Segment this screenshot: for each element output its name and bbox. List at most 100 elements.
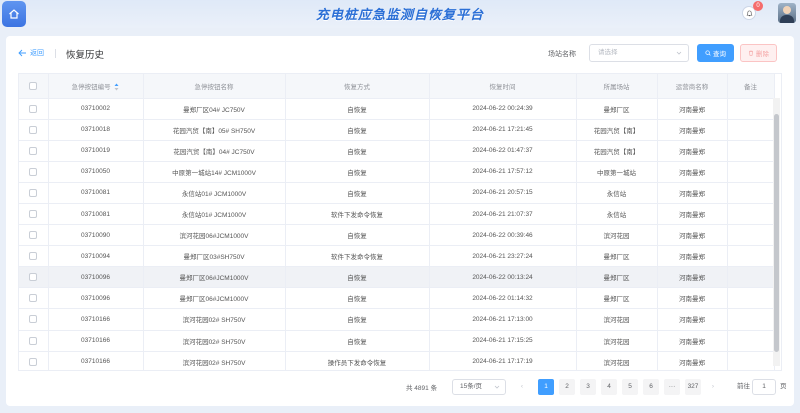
cell-operator: 河南曼郑 <box>657 98 728 120</box>
row-select-cell <box>19 287 49 310</box>
row-checkbox[interactable] <box>29 125 38 134</box>
cell-button-name: 花园汽贸【南】04# JC750V <box>143 140 286 162</box>
table-scrollbar[interactable] <box>773 98 780 366</box>
station-select[interactable]: 请选择 <box>589 44 689 62</box>
cell-operator: 河南曼郑 <box>657 266 728 289</box>
prev-page-button[interactable]: ‹ <box>514 379 530 395</box>
row-select-cell <box>19 140 49 162</box>
cell-operator: 河南曼郑 <box>657 182 728 204</box>
row-select-cell <box>19 330 49 352</box>
cell-station: 滨河花园 <box>576 308 658 331</box>
cell-button-name: 曼郑厂区06#JCM1000V <box>143 287 286 310</box>
table-row[interactable]: 03710096 曼郑厂区06#JCM1000V 自恢复 2024-06-22 00:… <box>19 266 775 289</box>
row-checkbox[interactable] <box>29 294 38 303</box>
table-row[interactable]: 03710166 滨河花园02# SH750V 自恢复 2024-06-21 17:1… <box>19 308 775 331</box>
row-checkbox[interactable] <box>29 188 38 197</box>
cell-recovery-method: 自恢复 <box>285 119 430 141</box>
cell-remark <box>727 308 775 331</box>
cell-button-no: 03710090 <box>48 224 144 247</box>
cell-station: 滨河花园 <box>576 351 658 370</box>
scrollbar-thumb[interactable] <box>774 114 779 352</box>
goto-page-input[interactable]: 1 <box>752 379 776 395</box>
row-checkbox[interactable] <box>29 231 38 240</box>
page-number-button[interactable]: 2 <box>559 379 575 395</box>
cell-recovery-method: 操作员下发命令恢复 <box>285 351 430 370</box>
cell-recovery-time: 2024-06-22 01:47:37 <box>429 140 577 162</box>
cell-recovery-time: 2024-06-21 17:21:45 <box>429 119 577 141</box>
cell-operator: 河南曼郑 <box>657 308 728 331</box>
page-number-button[interactable]: 5 <box>622 379 638 395</box>
row-checkbox[interactable] <box>29 252 38 261</box>
table-row[interactable]: 03710081 永信站01# JCM1000V 软件下发命令恢复 2024-06-2… <box>19 203 775 226</box>
query-button[interactable]: 查询 <box>697 44 734 62</box>
cell-station: 曼郑厂区 <box>576 245 658 268</box>
table-row[interactable]: 03710050 中原第一城站14# JCM1000V 自恢复 2024-06-21 … <box>19 161 775 183</box>
page-number-button[interactable]: 6 <box>643 379 659 395</box>
row-select-cell <box>19 245 49 268</box>
station-select-placeholder: 请选择 <box>598 49 618 56</box>
cell-button-name: 滨河花园06#JCM1000V <box>143 224 286 247</box>
cell-operator: 河南曼郑 <box>657 224 728 247</box>
table-row[interactable]: 03710019 花园汽贸【南】04# JC750V 自恢复 2024-06-22 0… <box>19 140 775 162</box>
sort-icon[interactable] <box>114 83 119 91</box>
cell-station: 滨河花园 <box>576 224 658 247</box>
cell-station: 花园汽贸【南】 <box>576 140 658 162</box>
page-number-button[interactable]: 4 <box>601 379 617 395</box>
cell-station: 曼郑厂区 <box>576 266 658 289</box>
page-number-button[interactable]: 1 <box>538 379 554 395</box>
table-row[interactable]: 03710018 花园汽贸【南】05# SH750V 自恢复 2024-06-21 1… <box>19 119 775 141</box>
table-row[interactable]: 03710090 滨河花园06#JCM1000V 自恢复 2024-06-22 00:… <box>19 224 775 247</box>
cell-recovery-method: 自恢复 <box>285 224 430 247</box>
row-checkbox[interactable] <box>29 210 38 219</box>
table-row[interactable]: 03710002 曼郑厂区04# JC750V 自恢复 2024-06-22 00:2… <box>19 98 775 120</box>
row-checkbox[interactable] <box>29 315 38 324</box>
row-checkbox[interactable] <box>29 273 38 282</box>
cell-operator: 河南曼郑 <box>657 351 728 370</box>
cell-remark <box>727 182 775 204</box>
select-all-checkbox[interactable] <box>29 81 38 90</box>
cell-button-no: 03710096 <box>48 287 144 310</box>
notification-badge: 0 <box>753 1 763 11</box>
station-filter-label: 场站名称 <box>548 51 576 58</box>
select-all-cell <box>19 74 49 99</box>
row-checkbox[interactable] <box>29 336 38 345</box>
page-size-select[interactable]: 15条/页 <box>452 379 506 395</box>
cell-button-name: 滨河花园02# SH750V <box>143 308 286 331</box>
row-select-cell <box>19 203 49 226</box>
row-checkbox[interactable] <box>29 146 38 155</box>
row-checkbox[interactable] <box>29 167 38 176</box>
table-row[interactable]: 03710166 滨河花园02# SH750V 操作员下发命令恢复 2024-06-2… <box>19 351 775 370</box>
top-bar: 充电桩应急监测自恢复平台 0 <box>0 0 800 28</box>
next-page-button[interactable]: › <box>705 379 721 395</box>
row-checkbox[interactable] <box>29 104 38 113</box>
cell-button-name: 中原第一城站14# JCM1000V <box>143 161 286 183</box>
cell-button-name: 曼郑厂区04# JC750V <box>143 98 286 120</box>
column-header-station: 所属场站 <box>576 74 658 99</box>
delete-button[interactable]: 删除 <box>740 44 777 62</box>
back-link[interactable]: 返回 <box>18 48 44 58</box>
cell-remark <box>727 287 775 310</box>
table-row[interactable]: 03710166 滨河花园02# SH750V 自恢复 2024-06-21 17:1… <box>19 330 775 352</box>
row-checkbox[interactable] <box>29 357 38 366</box>
page-number-button[interactable]: 3 <box>580 379 596 395</box>
cell-recovery-method: 自恢复 <box>285 161 430 183</box>
cell-button-no: 03710166 <box>48 330 144 352</box>
table-row[interactable]: 03710094 曼郑厂区03#SH750V 软件下发命令恢复 2024-06-21 … <box>19 245 775 268</box>
cell-button-no: 03710096 <box>48 266 144 289</box>
cell-recovery-time: 2024-06-21 17:13:00 <box>429 308 577 331</box>
user-avatar[interactable] <box>778 3 796 23</box>
page-number-button[interactable]: 327 <box>685 379 701 395</box>
cell-remark <box>727 161 775 183</box>
cell-recovery-method: 自恢复 <box>285 287 430 310</box>
table-row[interactable]: 03710081 永信站01# JCM1000V 自恢复 2024-06-21 20:… <box>19 182 775 204</box>
app-title: 充电桩应急监测自恢复平台 <box>315 7 484 22</box>
search-icon <box>705 50 711 56</box>
page-title: 恢复历史 <box>66 50 105 61</box>
cell-remark <box>727 266 775 289</box>
column-header-button-no[interactable]: 急停按钮编号 <box>48 74 144 99</box>
cell-button-no: 03710018 <box>48 119 144 141</box>
page-ellipsis[interactable]: ··· <box>664 379 680 395</box>
cell-recovery-method: 自恢复 <box>285 98 430 120</box>
table-row[interactable]: 03710096 曼郑厂区06#JCM1000V 自恢复 2024-06-22 01:… <box>19 287 775 310</box>
cell-recovery-time: 2024-06-21 17:15:25 <box>429 330 577 352</box>
